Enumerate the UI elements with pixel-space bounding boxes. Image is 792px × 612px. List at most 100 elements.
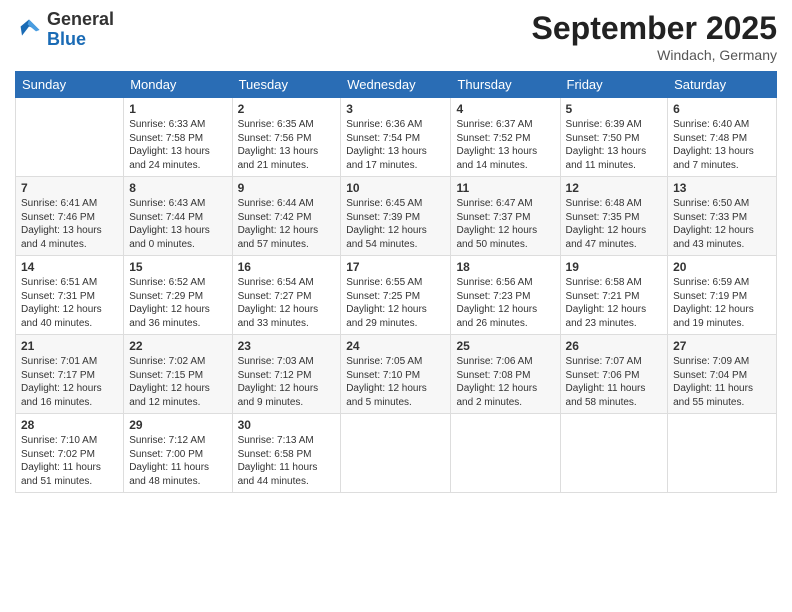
day-cell — [668, 414, 777, 493]
day-cell — [560, 414, 668, 493]
day-info: Sunrise: 6:39 AM Sunset: 7:50 PM Dayligh… — [566, 118, 663, 172]
day-number: 1 — [129, 102, 226, 116]
day-cell: 10 Sunrise: 6:45 AM Sunset: 7:39 PM Dayli… — [341, 177, 451, 256]
day-number: 5 — [566, 102, 663, 116]
title-section: September 2025 Windach, Germany — [532, 10, 777, 63]
day-info: Sunrise: 6:56 AM Sunset: 7:23 PM Dayligh… — [456, 276, 554, 330]
day-info: Sunrise: 6:58 AM Sunset: 7:21 PM Dayligh… — [566, 276, 663, 330]
day-number: 28 — [21, 418, 118, 432]
day-cell: 12Sunrise: 6:48 AM Sunset: 7:35 PM Dayli… — [560, 177, 668, 256]
day-number: 2 — [238, 102, 336, 116]
day-info: Sunrise: 7:01 AM Sunset: 7:17 PM Dayligh… — [21, 355, 118, 409]
day-cell: 19Sunrise: 6:58 AM Sunset: 7:21 PM Dayli… — [560, 256, 668, 335]
day-cell: 24Sunrise: 7:05 AM Sunset: 7:10 PM Dayli… — [341, 335, 451, 414]
day-cell: 22 Sunrise: 7:02 AM Sunset: 7:15 PM Dayli… — [124, 335, 232, 414]
day-info: Sunrise: 7:12 AM Sunset: 7:00 PM Dayligh… — [129, 434, 226, 488]
weekday-row: Sunday Monday Tuesday Wednesday Thursday… — [16, 72, 777, 98]
col-thursday: Thursday — [451, 72, 560, 98]
day-number: 17 — [346, 260, 445, 274]
day-cell: 30 Sunrise: 7:13 AM Sunset: 6:58 PM Dayli… — [232, 414, 341, 493]
day-info: Sunrise: 6:33 AM Sunset: 7:58 PM Dayligh… — [129, 118, 226, 172]
day-cell: 16 Sunrise: 6:54 AM Sunset: 7:27 PM Dayli… — [232, 256, 341, 335]
day-info: Sunrise: 6:50 AM Sunset: 7:33 PM Dayligh… — [673, 197, 771, 251]
day-number: 4 — [456, 102, 554, 116]
day-cell: 6 Sunrise: 6:40 AM Sunset: 7:48 PM Daylig… — [668, 98, 777, 177]
week-row-4: 28 Sunrise: 7:10 AM Sunset: 7:02 PM Dayli… — [16, 414, 777, 493]
day-info: Sunrise: 6:40 AM Sunset: 7:48 PM Dayligh… — [673, 118, 771, 172]
day-cell: 15Sunrise: 6:52 AM Sunset: 7:29 PM Dayli… — [124, 256, 232, 335]
day-number: 18 — [456, 260, 554, 274]
day-cell: 9 Sunrise: 6:44 AM Sunset: 7:42 PM Daylig… — [232, 177, 341, 256]
week-row-1: 7 Sunrise: 6:41 AM Sunset: 7:46 PM Daylig… — [16, 177, 777, 256]
day-info: Sunrise: 7:13 AM Sunset: 6:58 PM Dayligh… — [238, 434, 336, 488]
day-cell: 1 Sunrise: 6:33 AM Sunset: 7:58 PM Daylig… — [124, 98, 232, 177]
day-info: Sunrise: 6:43 AM Sunset: 7:44 PM Dayligh… — [129, 197, 226, 251]
col-saturday: Saturday — [668, 72, 777, 98]
calendar: Sunday Monday Tuesday Wednesday Thursday… — [15, 71, 777, 493]
month-title: September 2025 — [532, 10, 777, 47]
day-cell: 4 Sunrise: 6:37 AM Sunset: 7:52 PM Daylig… — [451, 98, 560, 177]
day-info: Sunrise: 6:52 AM Sunset: 7:29 PM Dayligh… — [129, 276, 226, 330]
day-info: Sunrise: 6:47 AM Sunset: 7:37 PM Dayligh… — [456, 197, 554, 251]
col-wednesday: Wednesday — [341, 72, 451, 98]
day-number: 27 — [673, 339, 771, 353]
day-number: 11 — [456, 181, 554, 195]
day-number: 7 — [21, 181, 118, 195]
day-cell: 8 Sunrise: 6:43 AM Sunset: 7:44 PM Daylig… — [124, 177, 232, 256]
day-info: Sunrise: 7:02 AM Sunset: 7:15 PM Dayligh… — [129, 355, 226, 409]
day-number: 16 — [238, 260, 336, 274]
day-info: Sunrise: 6:54 AM Sunset: 7:27 PM Dayligh… — [238, 276, 336, 330]
day-info: Sunrise: 6:35 AM Sunset: 7:56 PM Dayligh… — [238, 118, 336, 172]
day-info: Sunrise: 7:10 AM Sunset: 7:02 PM Dayligh… — [21, 434, 118, 488]
day-number: 9 — [238, 181, 336, 195]
day-cell: 20 Sunrise: 6:59 AM Sunset: 7:19 PM Dayli… — [668, 256, 777, 335]
day-number: 3 — [346, 102, 445, 116]
day-cell: 13 Sunrise: 6:50 AM Sunset: 7:33 PM Dayli… — [668, 177, 777, 256]
day-number: 14 — [21, 260, 118, 274]
day-cell: 11 Sunrise: 6:47 AM Sunset: 7:37 PM Dayli… — [451, 177, 560, 256]
day-cell: 7 Sunrise: 6:41 AM Sunset: 7:46 PM Daylig… — [16, 177, 124, 256]
day-info: Sunrise: 6:44 AM Sunset: 7:42 PM Dayligh… — [238, 197, 336, 251]
day-cell: 29 Sunrise: 7:12 AM Sunset: 7:00 PM Dayli… — [124, 414, 232, 493]
day-number: 24 — [346, 339, 445, 353]
day-info: Sunrise: 7:09 AM Sunset: 7:04 PM Dayligh… — [673, 355, 771, 409]
day-info: Sunrise: 6:55 AM Sunset: 7:25 PM Dayligh… — [346, 276, 445, 330]
day-number: 6 — [673, 102, 771, 116]
day-info: Sunrise: 6:45 AM Sunset: 7:39 PM Dayligh… — [346, 197, 445, 251]
day-info: Sunrise: 6:51 AM Sunset: 7:31 PM Dayligh… — [21, 276, 118, 330]
day-number: 13 — [673, 181, 771, 195]
day-info: Sunrise: 7:03 AM Sunset: 7:12 PM Dayligh… — [238, 355, 336, 409]
logo-blue: Blue — [47, 29, 86, 49]
day-number: 26 — [566, 339, 663, 353]
day-number: 8 — [129, 181, 226, 195]
day-info: Sunrise: 7:07 AM Sunset: 7:06 PM Dayligh… — [566, 355, 663, 409]
logo-text: General Blue — [47, 10, 114, 50]
day-number: 22 — [129, 339, 226, 353]
day-cell: 26 Sunrise: 7:07 AM Sunset: 7:06 PM Dayli… — [560, 335, 668, 414]
day-cell: 21 Sunrise: 7:01 AM Sunset: 7:17 PM Dayli… — [16, 335, 124, 414]
day-number: 29 — [129, 418, 226, 432]
week-row-0: 1 Sunrise: 6:33 AM Sunset: 7:58 PM Daylig… — [16, 98, 777, 177]
day-cell: 27 Sunrise: 7:09 AM Sunset: 7:04 PM Dayli… — [668, 335, 777, 414]
calendar-header: Sunday Monday Tuesday Wednesday Thursday… — [16, 72, 777, 98]
day-number: 21 — [21, 339, 118, 353]
day-cell: 14 Sunrise: 6:51 AM Sunset: 7:31 PM Dayli… — [16, 256, 124, 335]
day-number: 25 — [456, 339, 554, 353]
day-info: Sunrise: 6:59 AM Sunset: 7:19 PM Dayligh… — [673, 276, 771, 330]
day-cell — [16, 98, 124, 177]
day-info: Sunrise: 7:06 AM Sunset: 7:08 PM Dayligh… — [456, 355, 554, 409]
day-number: 10 — [346, 181, 445, 195]
col-friday: Friday — [560, 72, 668, 98]
col-monday: Monday — [124, 72, 232, 98]
col-tuesday: Tuesday — [232, 72, 341, 98]
day-cell: 18 Sunrise: 6:56 AM Sunset: 7:23 PM Dayli… — [451, 256, 560, 335]
day-cell — [341, 414, 451, 493]
day-number: 30 — [238, 418, 336, 432]
day-number: 20 — [673, 260, 771, 274]
day-info: Sunrise: 6:37 AM Sunset: 7:52 PM Dayligh… — [456, 118, 554, 172]
logo: General Blue — [15, 10, 114, 50]
day-cell: 2 Sunrise: 6:35 AM Sunset: 7:56 PM Daylig… — [232, 98, 341, 177]
day-number: 12 — [566, 181, 663, 195]
logo-general: General — [47, 9, 114, 29]
day-info: Sunrise: 6:41 AM Sunset: 7:46 PM Dayligh… — [21, 197, 118, 251]
